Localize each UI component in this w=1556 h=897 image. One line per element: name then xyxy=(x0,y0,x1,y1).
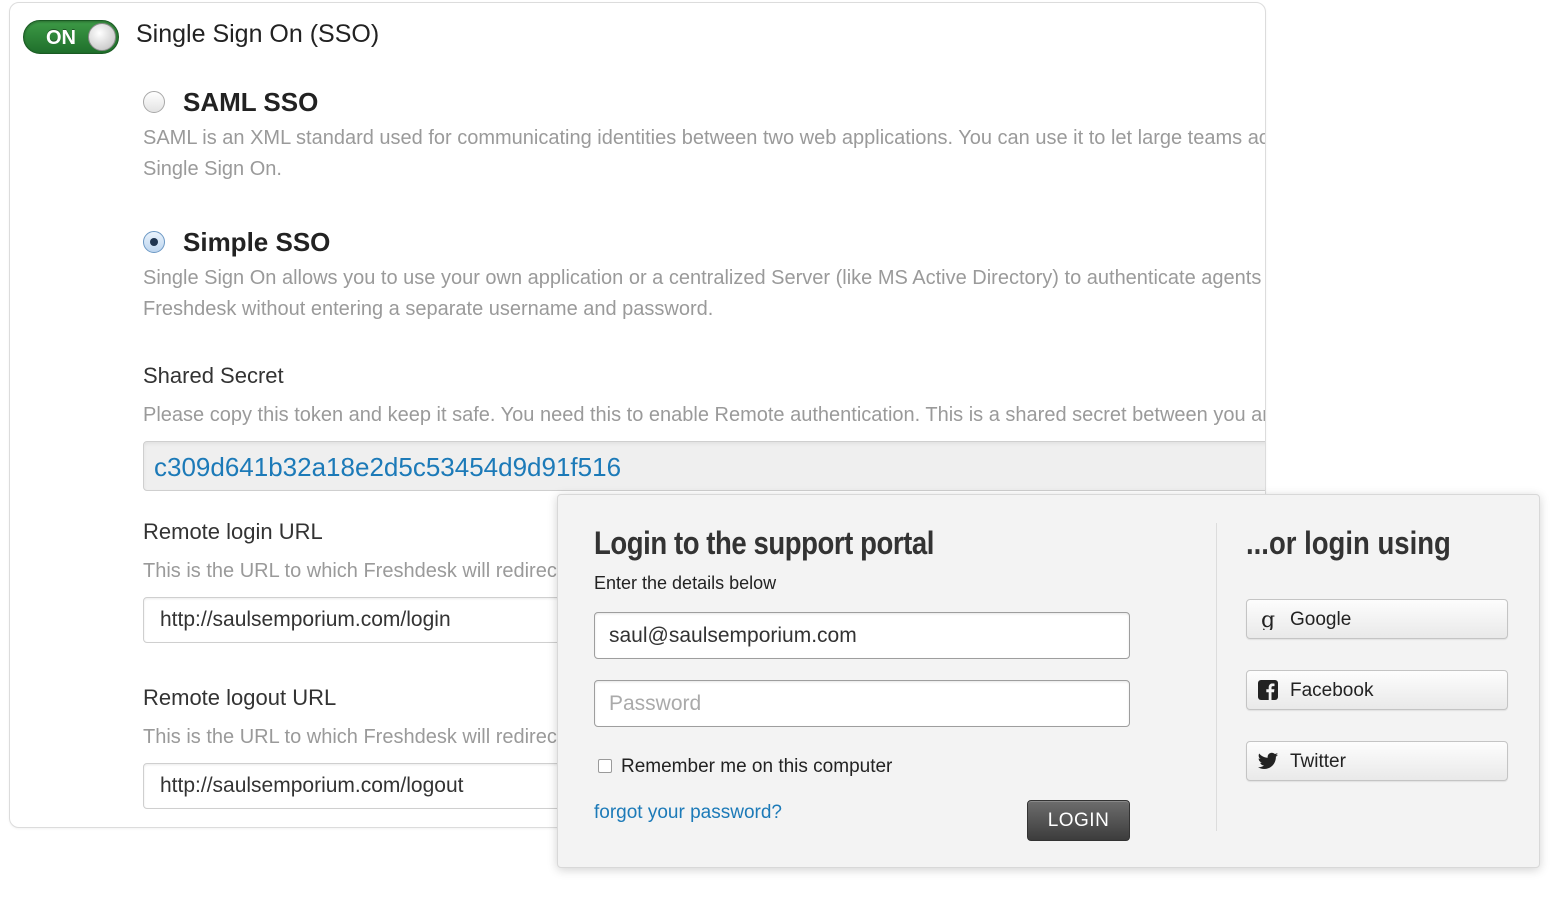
saml-sso-title: SAML SSO xyxy=(183,87,319,117)
password-input[interactable] xyxy=(594,680,1130,727)
shared-secret-field[interactable]: c309d641b32a18e2d5c53454d9d91f516 xyxy=(143,441,1265,491)
google-icon: g xyxy=(1261,608,1275,630)
toggle-knob xyxy=(88,23,116,51)
shared-secret-help: Please copy this token and keep it safe.… xyxy=(143,404,1266,426)
google-login-button[interactable]: g Google xyxy=(1246,599,1508,639)
facebook-login-button[interactable]: Facebook xyxy=(1246,670,1508,710)
remote-login-help: This is the URL to which Freshdesk will … xyxy=(143,560,563,582)
login-subheading: Enter the details below xyxy=(594,573,777,593)
alt-login-heading: ...or login using xyxy=(1246,525,1451,561)
divider xyxy=(1216,523,1217,831)
remote-login-label: Remote login URL xyxy=(143,519,323,544)
facebook-icon xyxy=(1258,680,1278,700)
shared-secret-label: Shared Secret xyxy=(143,363,284,388)
remote-login-url-input[interactable] xyxy=(143,597,603,643)
simple-sso-radio[interactable] xyxy=(143,231,165,253)
saml-sso-radio[interactable] xyxy=(143,91,165,113)
remember-me-label: Remember me on this computer xyxy=(621,756,893,777)
twitter-label: Twitter xyxy=(1290,751,1346,772)
sso-title: Single Sign On (SSO) xyxy=(136,20,380,48)
google-label: Google xyxy=(1290,609,1352,630)
simple-sso-description: Single Sign On allows you to use your ow… xyxy=(143,267,1266,320)
simple-sso-title: Simple SSO xyxy=(183,227,331,257)
facebook-label: Facebook xyxy=(1290,680,1374,701)
remote-logout-url-input[interactable] xyxy=(143,763,603,809)
remote-logout-help: This is the URL to which Freshdesk will … xyxy=(143,726,563,748)
twitter-login-button[interactable]: Twitter xyxy=(1246,741,1508,781)
login-button[interactable]: LOGIN xyxy=(1027,800,1130,841)
toggle-label: ON xyxy=(46,27,76,49)
remember-me-checkbox[interactable] xyxy=(598,759,612,773)
forgot-password-link[interactable]: forgot your password? xyxy=(594,802,782,824)
shared-secret-value: c309d641b32a18e2d5c53454d9d91f516 xyxy=(154,452,622,482)
login-heading: Login to the support portal xyxy=(594,525,934,561)
sso-toggle[interactable]: ON xyxy=(23,20,119,54)
email-input[interactable] xyxy=(594,612,1130,659)
saml-sso-description: SAML is an XML standard used for communi… xyxy=(143,127,1266,180)
login-card: Login to the support portal Enter the de… xyxy=(557,494,1540,868)
remote-logout-label: Remote logout URL xyxy=(143,685,337,710)
svg-text:g: g xyxy=(1261,608,1275,630)
twitter-icon xyxy=(1257,752,1279,769)
